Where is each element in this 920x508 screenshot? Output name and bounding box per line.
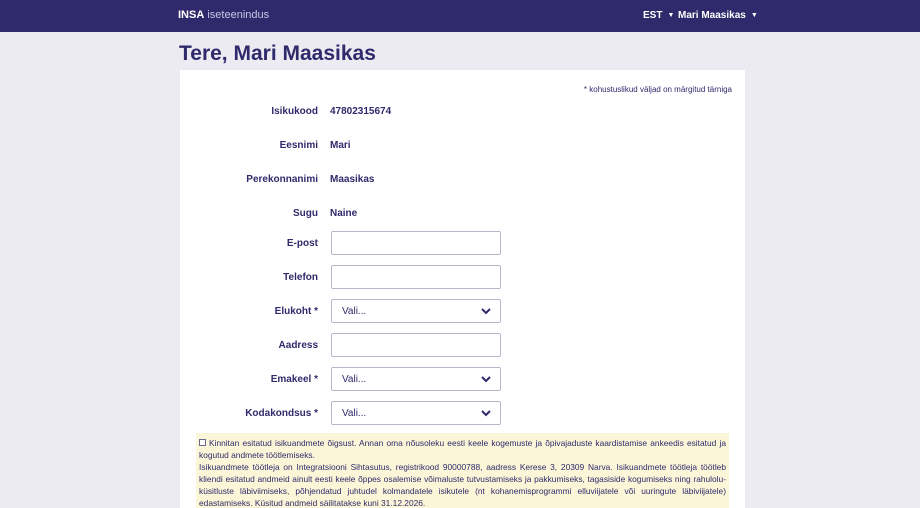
row-kodakondsus: Kodakondsus * Vali...: [180, 401, 745, 427]
row-emakeel: Emakeel * Vali...: [180, 367, 745, 393]
consent-checkbox-label: Kinnitan esitatud isikuandmete õigsust. …: [199, 438, 726, 460]
profile-form-card: * kohustuslikud väljad on märgitud tärni…: [180, 70, 745, 508]
user-name: Mari Maasikas: [678, 10, 746, 21]
address-field[interactable]: [331, 333, 501, 357]
chevron-down-icon: [481, 376, 491, 383]
row-epost: E-post: [180, 231, 745, 257]
consent-box: Kinnitan esitatud isikuandmete õigsust. …: [196, 433, 729, 508]
consent-checkbox-row: Kinnitan esitatud isikuandmete õigsust. …: [199, 437, 726, 461]
citizenship-select-value: Vali...: [342, 408, 367, 419]
emakeel-label: Emakeel *: [270, 374, 318, 385]
sugu-value: Naine: [330, 208, 358, 219]
phone-field[interactable]: [331, 265, 501, 289]
row-telefon: Telefon: [180, 265, 745, 291]
residence-select-value: Vali...: [342, 306, 367, 317]
brand-logo[interactable]: INSA iseteenindus: [178, 9, 269, 21]
row-elukoht: Elukoht * Vali...: [180, 299, 745, 325]
user-menu[interactable]: Mari Maasikas ▼: [678, 10, 758, 21]
citizenship-select[interactable]: Vali...: [331, 401, 501, 425]
perekonnanimi-label: Perekonnanimi: [246, 174, 318, 185]
chevron-down-icon: [481, 410, 491, 417]
required-fields-note: * kohustuslikud väljad on märgitud tärni…: [583, 85, 732, 94]
telefon-label: Telefon: [283, 272, 318, 283]
elukoht-label: Elukoht *: [274, 306, 318, 317]
privacy-info-text: Isikuandmete töötleja on Integratsiooni …: [199, 462, 726, 508]
row-eesnimi: Eesnimi Mari: [180, 133, 745, 159]
top-navigation-bar: INSA iseteenindus EST ▼ Mari Maasikas ▼: [0, 0, 920, 32]
kodakondsus-label: Kodakondsus *: [245, 408, 318, 419]
page-title: Tere, Mari Maasikas: [179, 42, 376, 65]
sugu-label: Sugu: [293, 208, 318, 219]
caret-down-icon: ▼: [750, 12, 758, 19]
isikukood-label: Isikukood: [271, 106, 318, 117]
isikukood-value: 47802315674: [330, 106, 392, 117]
consent-checkbox[interactable]: [199, 439, 206, 446]
eesnimi-label: Eesnimi: [279, 140, 318, 151]
chevron-down-icon: [481, 308, 491, 315]
row-aadress: Aadress: [180, 333, 745, 359]
perekonnanimi-value: Maasikas: [330, 174, 375, 185]
row-isikukood: Isikukood 47802315674: [180, 99, 745, 125]
row-sugu: Sugu Naine: [180, 201, 745, 227]
language-label: EST: [643, 10, 663, 21]
email-field[interactable]: [331, 231, 501, 255]
brand-name: INSA: [178, 9, 205, 21]
row-perekonnanimi: Perekonnanimi Maasikas: [180, 167, 745, 193]
language-selector[interactable]: EST ▼: [643, 10, 674, 21]
aadress-label: Aadress: [278, 340, 318, 351]
residence-select[interactable]: Vali...: [331, 299, 501, 323]
eesnimi-value: Mari: [330, 140, 351, 151]
native-language-select-value: Vali...: [342, 374, 367, 385]
brand-subtitle: iseteenindus: [207, 9, 270, 21]
epost-label: E-post: [286, 238, 318, 249]
native-language-select[interactable]: Vali...: [331, 367, 501, 391]
caret-down-icon: ▼: [667, 12, 675, 19]
